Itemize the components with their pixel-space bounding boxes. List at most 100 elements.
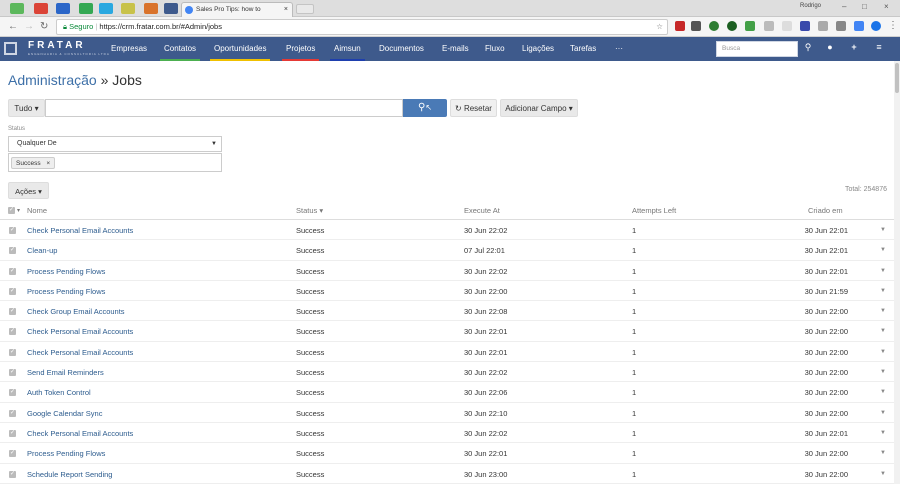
header-execute-at[interactable]: Execute At: [464, 206, 500, 215]
pinned-tab[interactable]: [56, 3, 70, 14]
job-name-link[interactable]: Check Personal Email Accounts: [27, 429, 133, 438]
row-checkbox[interactable]: ✓: [9, 450, 16, 458]
nav-item-9[interactable]: Tarefas: [566, 37, 601, 61]
pinned-tab[interactable]: [34, 3, 48, 14]
job-name-link[interactable]: Auth Token Control: [27, 388, 91, 397]
breadcrumb-admin-link[interactable]: Administração: [8, 72, 97, 88]
back-icon[interactable]: ←: [8, 21, 18, 32]
row-checkbox[interactable]: ✓: [9, 429, 16, 437]
extension-icon[interactable]: [782, 21, 792, 31]
global-search-input[interactable]: Busca: [716, 41, 798, 57]
nav-item-10[interactable]: ···: [611, 37, 627, 61]
job-name-link[interactable]: Google Calendar Sync: [27, 409, 102, 418]
row-actions-caret-icon[interactable]: ▼: [880, 430, 886, 436]
nav-item-0[interactable]: Empresas: [107, 37, 152, 61]
header-status[interactable]: Status ▾: [296, 206, 323, 215]
select-caret-icon[interactable]: ▾: [17, 207, 20, 214]
nav-item-2[interactable]: Oportunidades: [210, 37, 271, 61]
row-actions-caret-icon[interactable]: ▼: [880, 247, 886, 253]
job-name-link[interactable]: Send Email Reminders: [27, 368, 104, 377]
chrome-menu-icon[interactable]: ⋮: [888, 20, 898, 31]
filter-scope-dropdown[interactable]: Tudo ▾: [8, 99, 45, 117]
job-name-link[interactable]: Check Personal Email Accounts: [27, 327, 133, 336]
row-actions-caret-icon[interactable]: ▼: [880, 328, 886, 334]
status-tag-input[interactable]: Success ×: [8, 153, 222, 172]
pinned-tab[interactable]: [164, 3, 178, 14]
minimize-icon[interactable]: –: [842, 2, 846, 11]
close-window-icon[interactable]: ×: [884, 2, 889, 11]
actions-dropdown[interactable]: Ações ▾: [8, 182, 49, 199]
select-all-checkbox[interactable]: ✓: [8, 207, 15, 214]
add-field-button[interactable]: Adicionar Campo ▾: [500, 99, 578, 117]
extension-icon[interactable]: [727, 21, 737, 31]
nav-item-5[interactable]: Documentos: [375, 37, 428, 61]
nav-item-8[interactable]: Ligações: [518, 37, 559, 61]
reload-icon[interactable]: ↻: [40, 21, 48, 32]
row-actions-caret-icon[interactable]: ▼: [880, 268, 886, 274]
remove-tag-icon[interactable]: ×: [46, 160, 50, 167]
header-created[interactable]: Criado em: [808, 206, 843, 215]
nav-item-4[interactable]: Aimsun: [330, 37, 365, 61]
row-actions-caret-icon[interactable]: ▼: [880, 308, 886, 314]
row-actions-caret-icon[interactable]: ▼: [880, 410, 886, 416]
extension-icon[interactable]: [675, 21, 685, 31]
extension-icon[interactable]: [871, 21, 881, 31]
extension-icon[interactable]: [836, 21, 846, 31]
scrollbar-thumb[interactable]: [895, 63, 899, 93]
row-checkbox[interactable]: ✓: [9, 389, 16, 397]
job-name-link[interactable]: Check Group Email Accounts: [27, 307, 125, 316]
job-name-link[interactable]: Process Pending Flows: [27, 267, 105, 276]
reset-button[interactable]: ↻ Resetar: [450, 99, 497, 117]
close-tab-icon[interactable]: ×: [284, 3, 288, 16]
row-actions-caret-icon[interactable]: ▼: [880, 471, 886, 477]
row-checkbox[interactable]: ✓: [9, 287, 16, 295]
row-checkbox[interactable]: ✓: [9, 247, 16, 255]
extension-icon[interactable]: [818, 21, 828, 31]
text-filter-input[interactable]: [45, 99, 403, 117]
row-checkbox[interactable]: ✓: [9, 409, 16, 417]
maximize-icon[interactable]: □: [862, 2, 867, 11]
row-actions-caret-icon[interactable]: ▼: [880, 227, 886, 233]
row-actions-caret-icon[interactable]: ▼: [880, 389, 886, 395]
extension-icon[interactable]: [709, 21, 719, 31]
row-checkbox[interactable]: ✓: [9, 348, 16, 356]
forward-icon[interactable]: →: [24, 21, 34, 32]
row-checkbox[interactable]: ✓: [9, 470, 16, 478]
pinned-tab[interactable]: [144, 3, 158, 14]
extension-icon[interactable]: [745, 21, 755, 31]
logo[interactable]: FRATAR: [28, 40, 86, 51]
job-name-link[interactable]: Process Pending Flows: [27, 287, 105, 296]
row-actions-caret-icon[interactable]: ▼: [880, 349, 886, 355]
row-checkbox[interactable]: ✓: [9, 267, 16, 275]
pinned-tab[interactable]: [121, 3, 135, 14]
status-filter-select[interactable]: Qualquer De ▼: [8, 136, 222, 152]
pinned-tab[interactable]: [10, 3, 24, 14]
job-name-link[interactable]: Check Personal Email Accounts: [27, 348, 133, 357]
nav-item-3[interactable]: Projetos: [282, 37, 320, 61]
row-checkbox[interactable]: ✓: [9, 227, 16, 234]
nav-item-1[interactable]: Contatos: [160, 37, 201, 61]
extension-icon[interactable]: [764, 21, 774, 31]
job-name-link[interactable]: Clean-up: [27, 246, 57, 255]
address-bar[interactable]: 🔒︎ Seguro | https://crm.fratar.com.br/#A…: [56, 19, 668, 35]
pinned-tab[interactable]: [79, 3, 93, 14]
new-tab-button[interactable]: [296, 4, 314, 14]
search-button[interactable]: ⚲↖: [403, 99, 447, 117]
nav-item-7[interactable]: Fluxo: [481, 37, 509, 61]
nav-item-6[interactable]: E-mails: [438, 37, 473, 61]
logo-mark[interactable]: [4, 42, 17, 55]
extension-icon[interactable]: [854, 21, 864, 31]
profile-name[interactable]: Rodrigo: [800, 3, 821, 9]
header-name[interactable]: Nome: [27, 206, 47, 215]
row-checkbox[interactable]: ✓: [9, 328, 16, 336]
job-name-link[interactable]: Check Personal Email Accounts: [27, 226, 133, 235]
extension-icon[interactable]: [691, 21, 701, 31]
plus-icon[interactable]: +: [847, 42, 861, 52]
pinned-tab[interactable]: [99, 3, 113, 14]
row-actions-caret-icon[interactable]: ▼: [880, 288, 886, 294]
job-name-link[interactable]: Schedule Report Sending: [27, 470, 112, 479]
row-actions-caret-icon[interactable]: ▼: [880, 369, 886, 375]
header-attempts-left[interactable]: Attempts Left: [632, 206, 676, 215]
star-icon[interactable]: ☆: [656, 20, 663, 34]
extension-icon[interactable]: [800, 21, 810, 31]
